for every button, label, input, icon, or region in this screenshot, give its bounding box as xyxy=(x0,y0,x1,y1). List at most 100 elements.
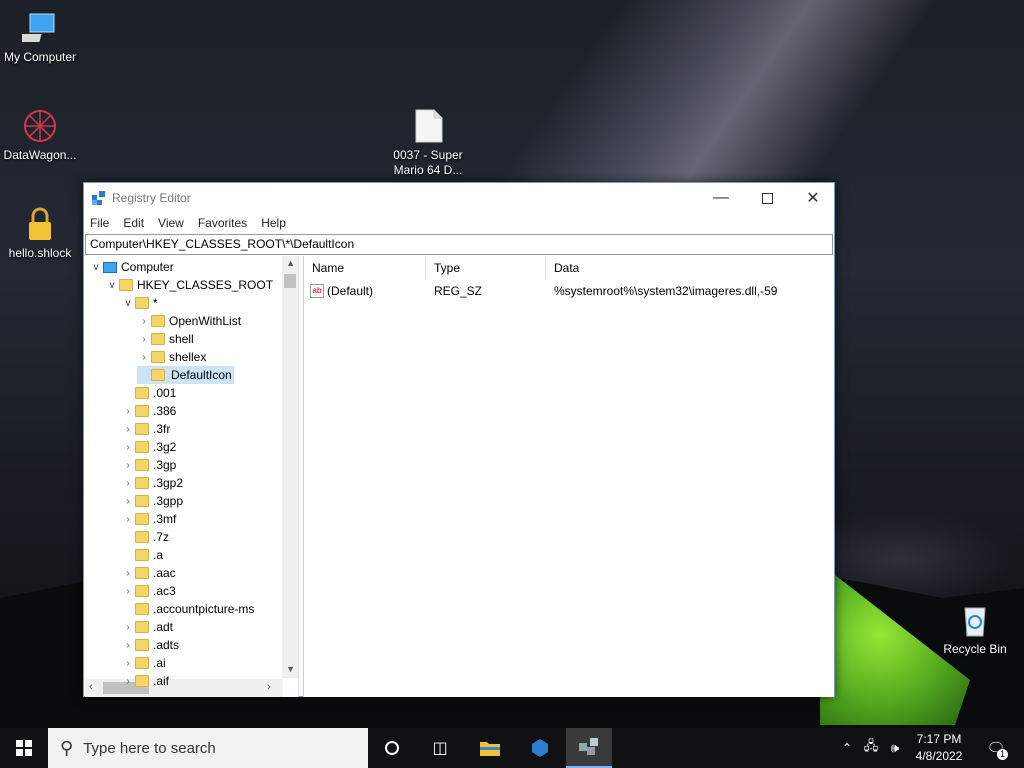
tree-item[interactable]: › .aif xyxy=(121,672,169,690)
minimize-button[interactable]: — xyxy=(698,183,744,213)
registry-editor-taskbar-button[interactable] xyxy=(566,728,612,768)
tree-item[interactable]: › .3fr xyxy=(121,420,170,438)
chevron-right-icon[interactable]: › xyxy=(121,402,135,420)
close-icon: ✕ xyxy=(806,190,820,207)
column-header-data[interactable]: Data xyxy=(546,256,835,280)
show-hidden-icons-button[interactable]: ⌃ xyxy=(836,728,858,768)
tree-item[interactable]: › shell xyxy=(137,330,193,348)
chevron-right-icon[interactable]: › xyxy=(121,654,135,672)
tree-item[interactable]: › .386 xyxy=(121,402,176,420)
tree-item[interactable]: › .3g2 xyxy=(121,438,176,456)
desktop-icon-hello-shlock[interactable]: hello.shlock xyxy=(0,206,80,261)
tree-item[interactable]: › .3gp xyxy=(121,456,176,474)
tree-item-label: .7z xyxy=(153,530,170,544)
menu-file[interactable]: File xyxy=(90,216,109,230)
tree-item[interactable]: .accountpicture-ms xyxy=(121,600,254,618)
window-title: Registry Editor xyxy=(112,191,191,205)
chevron-down-icon[interactable]: ∨ xyxy=(89,258,103,276)
desktop-icon-datawagon[interactable]: DataWagon... xyxy=(0,108,80,163)
tree-item-label: .ac3 xyxy=(153,584,176,598)
volume-button[interactable]: 🕪 xyxy=(884,728,906,768)
taskbar-search[interactable]: ⚲ Type here to search xyxy=(48,728,368,768)
tree-item[interactable]: ∨ HKEY_CLASSES_ROOT xyxy=(105,276,273,294)
tree-item-label: * xyxy=(153,296,158,310)
chevron-right-icon[interactable]: › xyxy=(121,474,135,492)
tree-item[interactable]: › OpenWithList xyxy=(137,312,241,330)
tree-item[interactable]: › shellex xyxy=(137,348,206,366)
file-explorer-button[interactable] xyxy=(468,728,512,768)
chevron-right-icon[interactable]: › xyxy=(121,438,135,456)
tree-item[interactable]: DefaultIcon xyxy=(137,366,234,384)
folder-icon xyxy=(151,351,165,363)
clock[interactable]: 7:17 PM 4/8/2022 xyxy=(908,731,970,765)
scroll-up-icon[interactable]: ▲ xyxy=(286,258,295,268)
task-view-button[interactable]: ◫ xyxy=(418,728,462,768)
tree-item[interactable]: › .adt xyxy=(121,618,173,636)
registry-editor-icon xyxy=(579,738,598,755)
chevron-right-icon[interactable]: › xyxy=(121,582,135,600)
cortana-icon xyxy=(385,741,399,755)
tree-item[interactable]: ∨ * xyxy=(121,294,158,312)
chevron-right-icon[interactable]: › xyxy=(121,510,135,528)
tree-item-label: shellex xyxy=(169,350,207,364)
tree-item[interactable]: › .ac3 xyxy=(121,582,176,600)
tree-item[interactable]: .001 xyxy=(121,384,176,402)
tree-item[interactable]: › .aac xyxy=(121,564,175,582)
tree-item[interactable]: .7z xyxy=(121,528,169,546)
folder-icon xyxy=(135,639,149,651)
desktop-icon-my-computer[interactable]: My Computer xyxy=(0,10,80,65)
app-button[interactable] xyxy=(518,728,562,768)
tree-item[interactable]: ∨ Computer xyxy=(89,258,173,276)
tree-scroll-thumb[interactable] xyxy=(284,274,296,288)
chevron-right-icon[interactable]: › xyxy=(121,672,135,690)
chevron-right-icon[interactable]: › xyxy=(121,456,135,474)
maximize-icon xyxy=(761,192,773,204)
chevron-right-icon[interactable]: › xyxy=(137,348,151,366)
tree-item[interactable]: › .3mf xyxy=(121,510,176,528)
value-row[interactable]: ab (Default) xyxy=(310,282,373,300)
menu-help[interactable]: Help xyxy=(261,216,286,230)
chevron-right-icon[interactable]: › xyxy=(121,618,135,636)
tree-item[interactable]: › .3gp2 xyxy=(121,474,183,492)
tree-horizontal-scrollbar[interactable]: ‹ › xyxy=(85,679,283,697)
maximize-button[interactable] xyxy=(744,183,790,213)
chevron-right-icon[interactable]: › xyxy=(137,312,151,330)
column-header-name[interactable]: Name xyxy=(304,256,426,280)
tree-vertical-scrollbar[interactable]: ▲ ▼ xyxy=(282,256,298,678)
notifications-button[interactable]: 🗨 1 xyxy=(978,728,1014,768)
tree-item-label: .accountpicture-ms xyxy=(153,602,255,616)
tree-item[interactable]: › .ai xyxy=(121,654,165,672)
values-pane[interactable]: Name Type Data ab (Default) REG_SZ %syst… xyxy=(303,256,834,697)
key-tree[interactable]: ▲ ▼ ‹ › ∨ Computer ∨ HKEY_CLASSES_ROOT ∨ * › Op… xyxy=(85,256,299,697)
desktop-icon-recycle-bin[interactable]: Recycle Bin xyxy=(935,602,1015,657)
address-bar[interactable]: Computer\HKEY_CLASSES_ROOT\*\DefaultIcon xyxy=(85,234,833,255)
chevron-right-icon[interactable]: › xyxy=(137,330,151,348)
start-button[interactable] xyxy=(0,728,48,768)
scroll-down-icon[interactable]: ▼ xyxy=(286,664,295,674)
network-button[interactable]: 🖧 xyxy=(860,728,882,768)
folder-icon xyxy=(135,387,149,399)
column-header-type[interactable]: Type xyxy=(426,256,546,280)
folder-icon xyxy=(151,315,165,327)
menu-favorites[interactable]: Favorites xyxy=(198,216,247,230)
menu-edit[interactable]: Edit xyxy=(123,216,144,230)
chevron-right-icon[interactable]: › xyxy=(121,492,135,510)
chevron-right-icon[interactable]: › xyxy=(121,636,135,654)
scroll-right-icon[interactable]: › xyxy=(267,681,271,693)
tree-item-label: .3gp2 xyxy=(153,476,184,490)
cortana-button[interactable] xyxy=(370,728,414,768)
tree-item-label: .adt xyxy=(153,620,174,634)
chevron-right-icon[interactable]: › xyxy=(121,420,135,438)
tree-item[interactable]: .a xyxy=(121,546,163,564)
desktop-icon-super-mario[interactable]: 0037 - Super Mario 64 D... xyxy=(388,108,468,178)
scroll-left-icon[interactable]: ‹ xyxy=(89,681,93,693)
tree-item[interactable]: › .3gpp xyxy=(121,492,183,510)
chevron-right-icon[interactable]: › xyxy=(121,564,135,582)
tree-item[interactable]: › .adts xyxy=(121,636,179,654)
chevron-down-icon[interactable]: ∨ xyxy=(121,294,135,312)
chevron-down-icon[interactable]: ∨ xyxy=(105,276,119,294)
close-button[interactable]: ✕ xyxy=(790,183,836,213)
app-icon xyxy=(532,739,548,757)
menu-view[interactable]: View xyxy=(158,216,184,230)
